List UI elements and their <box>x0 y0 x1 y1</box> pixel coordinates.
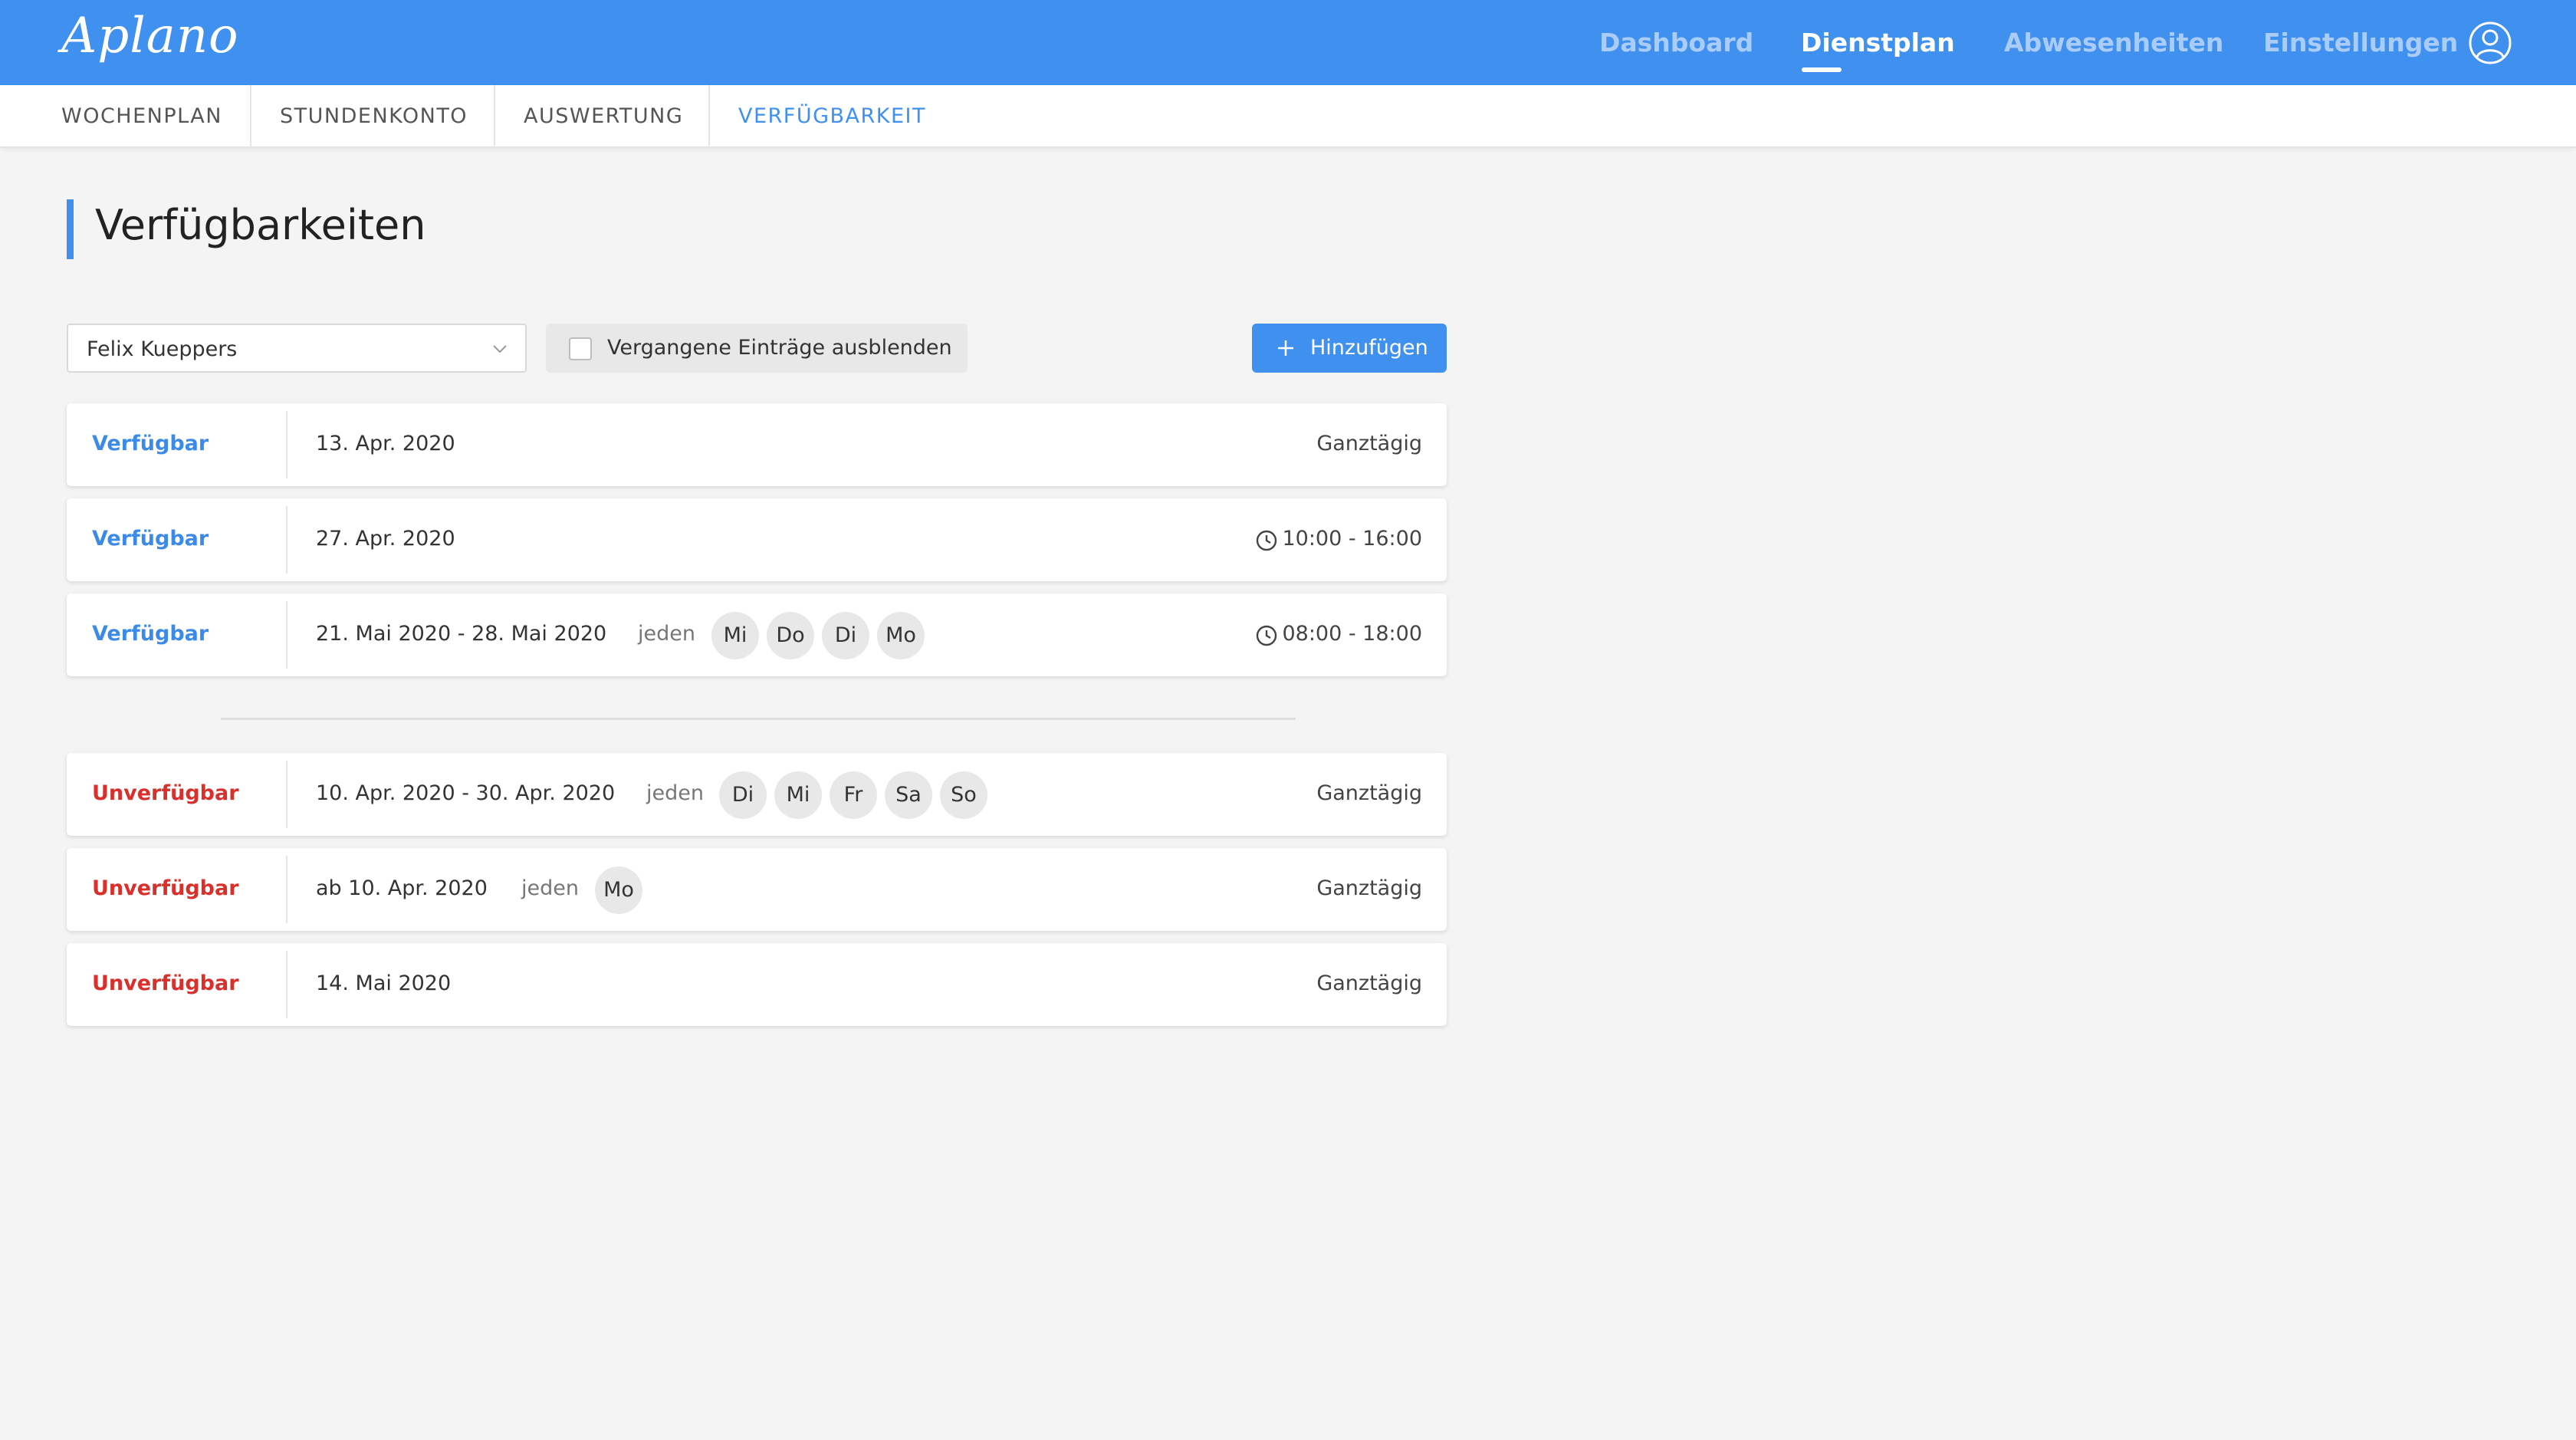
top-bar: Aplano Dashboard Dienstplan Abwesenheite… <box>0 0 2576 85</box>
weekday-badge: Di <box>719 771 767 819</box>
sub-nav: WOCHENPLAN STUNDENKONTO AUSWERTUNG VERFÜ… <box>0 85 2576 148</box>
weekday-badge: So <box>940 771 987 819</box>
add-button[interactable]: Hinzufügen <box>1252 324 1447 373</box>
row-separator <box>286 411 288 478</box>
weekday-badge: Do <box>767 612 814 659</box>
tab-wochenplan[interactable]: WOCHENPLAN <box>61 85 222 148</box>
hide-past-entries-checkbox[interactable] <box>569 337 592 360</box>
row-separator <box>286 761 288 828</box>
plus-icon <box>1278 340 1293 356</box>
weekday-badge: Mo <box>877 612 925 659</box>
section-divider <box>221 718 1296 720</box>
recurrence-label: jeden <box>521 876 579 900</box>
chevron-down-icon <box>493 345 507 353</box>
date-range: ab 10. Apr. 2020 <box>316 876 488 900</box>
clock-icon <box>1256 530 1277 551</box>
unavailability-row[interactable]: Unverfügbar 10. Apr. 2020 - 30. Apr. 202… <box>67 753 1447 836</box>
time-range: 10:00 - 16:00 <box>1282 527 1422 551</box>
main-nav: Dashboard Dienstplan Abwesenheiten Einst… <box>0 0 2576 85</box>
weekday-badge: Mi <box>711 612 759 659</box>
tab-separator <box>250 85 251 148</box>
date-range: 21. Mai 2020 - 28. Mai 2020 <box>316 622 607 646</box>
time-range: 08:00 - 18:00 <box>1282 622 1422 646</box>
active-nav-indicator <box>1802 67 1842 72</box>
status-label: Unverfügbar <box>92 876 239 900</box>
nav-dashboard[interactable]: Dashboard <box>1599 28 1753 58</box>
status-label: Unverfügbar <box>92 972 239 995</box>
hide-past-entries-label: Vergangene Einträge ausblenden <box>607 336 952 360</box>
availability-row[interactable]: Verfügbar 21. Mai 2020 - 28. Mai 2020 je… <box>67 593 1447 676</box>
date-range: 13. Apr. 2020 <box>316 432 455 455</box>
clock-icon <box>1256 625 1277 646</box>
row-separator <box>286 951 288 1018</box>
weekday-badge: Di <box>822 612 869 659</box>
recurrence-label: jeden <box>646 781 704 805</box>
date-range: 14. Mai 2020 <box>316 972 452 995</box>
row-separator <box>286 601 288 669</box>
unavailability-row[interactable]: Unverfügbar 14. Mai 2020 Ganztägig <box>67 943 1447 1026</box>
weekday-badge: Fr <box>830 771 877 819</box>
title-accent-bar <box>67 199 74 259</box>
status-label: Verfügbar <box>92 622 209 646</box>
unavailability-row[interactable]: Unverfügbar ab 10. Apr. 2020 jeden Mo Ga… <box>67 848 1447 931</box>
time-range: Ganztägig <box>1316 781 1422 805</box>
tab-separator <box>708 85 710 148</box>
nav-einstellungen[interactable]: Einstellungen <box>2263 28 2458 58</box>
time-range: Ganztägig <box>1316 432 1422 455</box>
status-label: Verfügbar <box>92 432 209 455</box>
employee-select-value: Felix Kueppers <box>87 337 238 361</box>
row-separator <box>286 506 288 574</box>
tab-separator <box>494 85 495 148</box>
weekday-badge: Sa <box>885 771 932 819</box>
page-title: Verfügbarkeiten <box>95 201 426 249</box>
tab-auswertung[interactable]: AUSWERTUNG <box>524 85 683 148</box>
status-label: Unverfügbar <box>92 781 239 805</box>
date-range: 27. Apr. 2020 <box>316 527 455 551</box>
nav-dienstplan[interactable]: Dienstplan <box>1801 28 1955 58</box>
recurrence-label: jeden <box>638 622 695 646</box>
date-range: 10. Apr. 2020 - 30. Apr. 2020 <box>316 781 616 805</box>
tab-stundenkonto[interactable]: STUNDENKONTO <box>280 85 468 148</box>
hide-past-entries-toggle[interactable]: Vergangene Einträge ausblenden <box>546 324 968 373</box>
availability-row[interactable]: Verfügbar 27. Apr. 2020 10:00 - 16:00 <box>67 498 1447 581</box>
row-separator <box>286 856 288 923</box>
availability-row[interactable]: Verfügbar 13. Apr. 2020 Ganztägig <box>67 403 1447 486</box>
employee-select[interactable]: Felix Kueppers <box>67 324 527 373</box>
weekday-badge: Mi <box>774 771 822 819</box>
time-range: Ganztägig <box>1316 972 1422 995</box>
add-button-label: Hinzufügen <box>1310 336 1428 360</box>
status-label: Verfügbar <box>92 527 209 551</box>
nav-abwesenheiten[interactable]: Abwesenheiten <box>2004 28 2223 58</box>
weekday-badge: Mo <box>595 866 642 914</box>
tab-verfuegbarkeit[interactable]: VERFÜGBARKEIT <box>738 85 926 148</box>
user-account-icon[interactable] <box>2468 21 2512 65</box>
time-range: Ganztägig <box>1316 876 1422 900</box>
